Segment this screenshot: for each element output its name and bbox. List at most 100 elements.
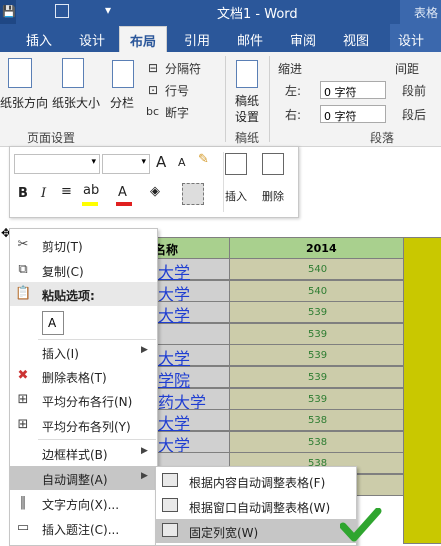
table-row-value-cell[interactable]: 539 (229, 388, 404, 410)
dropdown-icon[interactable]: ▾ (105, 3, 111, 17)
checkmark-icon (340, 508, 382, 542)
caption-icon: ▭ (16, 520, 30, 535)
bold-button[interactable]: B (18, 186, 28, 201)
fixed-width-icon (162, 523, 178, 537)
submenu-arrow-icon: ▶ (141, 345, 148, 355)
indent-left-label: 左: (285, 84, 302, 98)
borders-icon[interactable] (182, 183, 204, 205)
table-row-name-cell[interactable]: 大学 (155, 431, 230, 455)
hyphenation-button[interactable]: 断字 (165, 104, 189, 121)
align-icon[interactable]: ≡ (61, 184, 72, 199)
autofit-submenu: 根据内容自动调整表格(F) 根据窗口自动调整表格(W) 固定列宽(W) (155, 466, 357, 546)
table-tools-label: 表格 (400, 0, 441, 24)
paste-keep-text-icon[interactable]: A (42, 311, 64, 335)
submenu-arrow-icon: ▶ (141, 471, 148, 481)
menu-item-distribute-rows[interactable]: ⊞ 平均分布各行(N) (10, 388, 157, 412)
table-row-name-cell[interactable]: 学院 (155, 366, 230, 390)
table-row-name-cell[interactable]: 大学 (155, 409, 230, 433)
insert-table-icon[interactable] (225, 153, 247, 175)
indent-left-input[interactable]: 0 字符 (320, 81, 386, 99)
paper-direction-icon (8, 58, 32, 88)
highlight-color-bar (82, 202, 98, 206)
mini-toolbar: ▾ ▾ A A ✎ B I ≡ ab A ◈ 插入 删除 (9, 146, 299, 218)
submenu-autofit-content[interactable]: 根据内容自动调整表格(F) (156, 469, 356, 493)
window-title: 文档1 - Word (217, 7, 298, 22)
context-menu: ✂ 剪切(T) ⧉ 复制(C) 📋 粘贴选项: A 插入(I) ▶ ✖ 删除表格… (9, 228, 158, 546)
table-row-value: 540 (308, 286, 328, 297)
table-row-value-cell[interactable]: 538 (229, 431, 404, 453)
draft-settings-line1[interactable]: 稿纸 (235, 92, 259, 109)
submenu-autofit-window[interactable]: 根据窗口自动调整表格(W) (156, 494, 356, 518)
draft-settings-line2[interactable]: 设置 (235, 108, 259, 125)
ribbon-tabs: 插入 设计 布局 引用 邮件 审阅 视图 设计 (0, 24, 441, 57)
table-header-year: 2014 (229, 237, 404, 259)
copy-icon: ⧉ (18, 262, 28, 277)
table-row-name-cell[interactable] (155, 323, 230, 345)
menu-item-paste-options: 📋 粘贴选项: (10, 282, 157, 306)
paper-size-button[interactable]: 纸张大小 (52, 94, 100, 111)
font-size-input[interactable]: ▾ (102, 154, 150, 174)
menu-item-autofit[interactable]: 自动调整(A) ▶ (10, 466, 157, 490)
delete-table-icon[interactable] (262, 153, 284, 175)
table-row-value: 539 (308, 350, 328, 361)
tab-table-design[interactable]: 设计 (398, 30, 424, 49)
table-row-value-cell[interactable]: 538 (229, 409, 404, 431)
menu-item-text-direction[interactable]: ‖ 文字方向(X)... (10, 491, 157, 515)
font-color-button[interactable]: A (118, 185, 127, 200)
table-row-value-cell[interactable]: 539 (229, 366, 404, 388)
table-row-name-cell[interactable]: 大学 (155, 258, 230, 282)
menu-item-insert[interactable]: 插入(I) ▶ (10, 340, 157, 364)
indent-right-input[interactable]: 0 字符 (320, 105, 386, 123)
font-name-input[interactable]: ▾ (14, 154, 100, 174)
paper-direction-button[interactable]: 纸张方向 (0, 94, 48, 111)
table-row-value-cell[interactable]: 539 (229, 323, 404, 345)
menu-item-cut[interactable]: ✂ 剪切(T) (10, 233, 157, 257)
draft-paper-icon (236, 60, 258, 88)
table-row-value-cell[interactable]: 539 (229, 301, 404, 323)
table-header-name: 名称 (154, 237, 230, 259)
ribbon: 纸张方向 纸张大小 分栏 ⊟ 分隔符 ⊡ 行号 bc 断字 页面设置 稿纸 设置… (0, 52, 441, 147)
menu-item-delete-table[interactable]: ✖ 删除表格(T) (10, 364, 157, 388)
shrink-font-icon[interactable]: A (178, 156, 186, 169)
table-row-name-cell[interactable]: 大学 (155, 344, 230, 368)
italic-button[interactable]: I (41, 186, 46, 201)
autofit-content-icon (162, 473, 178, 487)
autofit-window-icon (162, 498, 178, 512)
format-painter-icon[interactable]: ✎ (198, 152, 209, 167)
menu-item-copy[interactable]: ⧉ 复制(C) (10, 258, 157, 282)
tab-view[interactable]: 视图 (343, 30, 369, 49)
highlight-icon[interactable]: ab (83, 183, 99, 198)
table-row-value: 539 (308, 307, 328, 318)
title-bar: 💾 ▾ 文档1 - Word 表格 (0, 0, 441, 24)
menu-item-insert-caption[interactable]: ▭ 插入题注(C)... (10, 516, 157, 540)
save-icon[interactable]: 💾 (0, 0, 16, 24)
menu-item-distribute-cols[interactable]: ⊞ 平均分布各列(Y) (10, 413, 157, 437)
menu-item-border-style[interactable]: 边框样式(B) ▶ (10, 441, 157, 465)
tab-insert[interactable]: 插入 (26, 30, 52, 49)
draft-group-label: 稿纸 (235, 131, 260, 145)
submenu-fixed-width[interactable]: 固定列宽(W) (156, 519, 356, 543)
delete-button[interactable]: 删除 (262, 188, 284, 204)
table-row-value-cell[interactable]: 540 (229, 258, 404, 280)
open-icon[interactable] (55, 4, 69, 18)
table-row-name-cell[interactable]: 大学 (155, 280, 230, 304)
table-row-value-cell[interactable]: 540 (229, 280, 404, 302)
insert-button[interactable]: 插入 (225, 188, 247, 204)
separator-icon: ⊟ (148, 61, 159, 75)
table-row-value: 538 (308, 415, 328, 426)
distribute-rows-icon: ⊞ (17, 392, 29, 407)
line-number-button[interactable]: 行号 (165, 82, 189, 99)
grow-font-icon[interactable]: A (156, 153, 166, 171)
table-row-name-cell[interactable]: 药大学 (155, 388, 230, 412)
table-row-value-cell[interactable]: 539 (229, 344, 404, 366)
tab-review[interactable]: 审阅 (290, 30, 316, 49)
columns-button[interactable]: 分栏 (110, 94, 134, 111)
tab-mailings[interactable]: 邮件 (237, 30, 263, 49)
spacing-title: 间距 (395, 62, 420, 76)
tab-design[interactable]: 设计 (79, 30, 105, 49)
table-row-name-cell[interactable]: 大学 (155, 301, 230, 325)
tab-references[interactable]: 引用 (184, 30, 210, 49)
shading-icon[interactable]: ◈ (150, 184, 160, 199)
separator-button[interactable]: 分隔符 (165, 60, 201, 77)
table-row-value: 539 (308, 394, 328, 405)
